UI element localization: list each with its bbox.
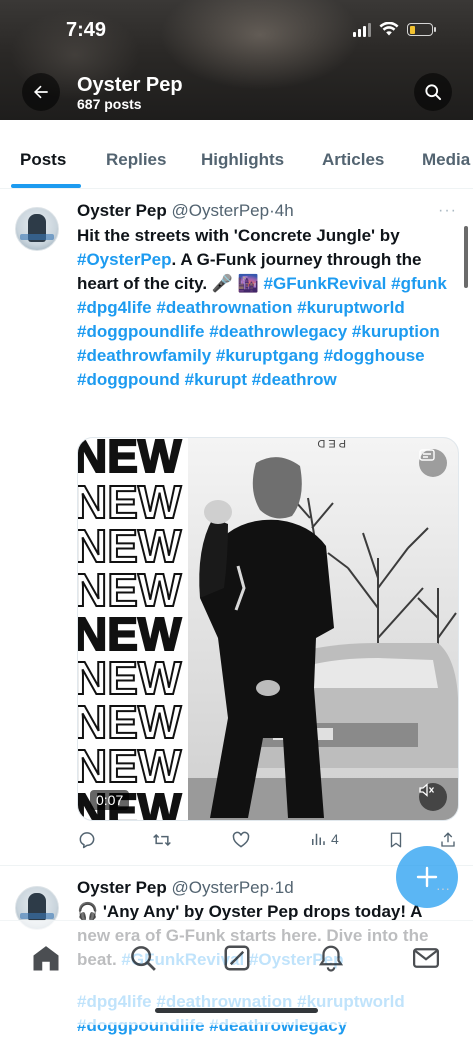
back-button[interactable] [22,73,60,111]
hashtag-link[interactable]: #dpg4life [77,298,152,317]
reply-button[interactable] [77,830,97,850]
hashtag-link[interactable]: #kurupt [185,370,247,389]
hashtag-link[interactable]: #deathrownation [156,298,292,317]
svg-text:P E D: P E D [317,438,346,449]
tweet-time: 1d [274,878,294,897]
hashtag-link[interactable]: #gfunk [391,274,447,293]
status-icons [353,22,436,37]
author-name[interactable]: Oyster Pep [77,878,167,897]
tweet-text-segment: Hit the streets with 'Concrete Jungle' b… [77,226,400,245]
tweet-time: 4h [274,201,294,220]
hashtag-link[interactable]: #kuruptgang [216,346,319,365]
home-indicator [155,1008,318,1013]
video-duration: 0:07 [90,790,130,810]
hashtag-link[interactable]: #deathrowfamily [77,346,211,365]
tab-media[interactable]: Media [422,150,470,170]
active-tab-indicator [11,184,81,188]
hashtag-link[interactable]: #doggpound [77,370,180,389]
search-button[interactable] [414,73,452,111]
more-options-icon[interactable]: ··· [436,880,450,896]
tweet-text: Hit the streets with 'Concrete Jungle' b… [77,224,453,392]
mute-button[interactable] [419,783,447,811]
video-frame: NEW NEW NEW NEW NEW NEW NEW NEW NEW P E … [78,438,458,820]
battery-icon [407,23,436,36]
search-icon[interactable] [128,943,158,973]
hashtag-link[interactable]: #doggpoundlife [77,322,204,341]
status-time: 7:49 [66,19,107,41]
tweet-video[interactable]: NEW NEW NEW NEW NEW NEW NEW NEW NEW P E … [77,437,459,821]
repost-icon [153,833,171,847]
hashtag-link[interactable]: #deathrow [252,370,337,389]
tab-posts[interactable]: Posts [20,150,66,170]
repost-button[interactable] [151,830,173,850]
speaker-muted-icon [419,783,435,797]
author-handle[interactable]: @OysterPep [172,201,270,220]
hashtag-link[interactable]: #GFunkRevival [264,274,387,293]
profile-tabs: Posts Replies Highlights Articles Media [0,120,473,189]
alt-text-badge[interactable] [419,449,447,477]
hashtag-link[interactable]: #kuruption [352,322,440,341]
bookmark-button[interactable] [387,830,405,850]
reply-icon [79,832,95,849]
notifications-icon[interactable] [316,943,346,973]
hashtag-link[interactable]: #deathrowlegacy [209,322,347,341]
share-icon [441,832,455,847]
hashtag-link[interactable]: #kuruptworld [297,298,405,317]
profile-header: 7:49 Oyster Pep 687 posts [0,0,473,120]
search-icon [425,84,442,101]
scroll-indicator [464,226,468,288]
caption-icon [419,449,435,461]
like-button[interactable] [231,830,251,850]
profile-name: Oyster Pep [77,74,183,96]
tweet-header: Oyster Pep @OysterPep·4h [77,201,294,221]
cellular-signal-icon [353,22,371,37]
tab-articles[interactable]: Articles [322,150,384,170]
tab-highlights[interactable]: Highlights [201,150,284,170]
author-handle[interactable]: @OysterPep [172,878,270,897]
author-name[interactable]: Oyster Pep [77,201,167,220]
like-icon [232,831,250,848]
more-options-icon[interactable]: ··· [438,202,457,220]
avatar[interactable] [15,207,59,251]
views-count: 4 [331,831,339,847]
home-icon[interactable] [31,943,61,973]
status-bar: 7:49 [0,0,473,60]
tab-replies[interactable]: Replies [106,150,166,170]
compose-post-button[interactable] [396,846,458,908]
views-icon [312,833,325,845]
post-count: 687 posts [77,96,142,112]
share-button[interactable] [439,830,457,850]
tweet-header: Oyster Pep @OysterPep·1d [77,878,294,898]
views-button[interactable]: 4 [309,830,339,848]
wifi-icon [379,22,399,36]
arrow-left-icon [34,85,48,99]
hashtag-link[interactable]: #OysterPep [77,250,172,269]
hashtag-link[interactable]: #dogghouse [324,346,425,365]
bookmark-icon [390,832,402,848]
grok-icon[interactable] [222,943,252,973]
messages-icon[interactable] [411,943,441,973]
tweet-actions: 4 [77,830,460,856]
